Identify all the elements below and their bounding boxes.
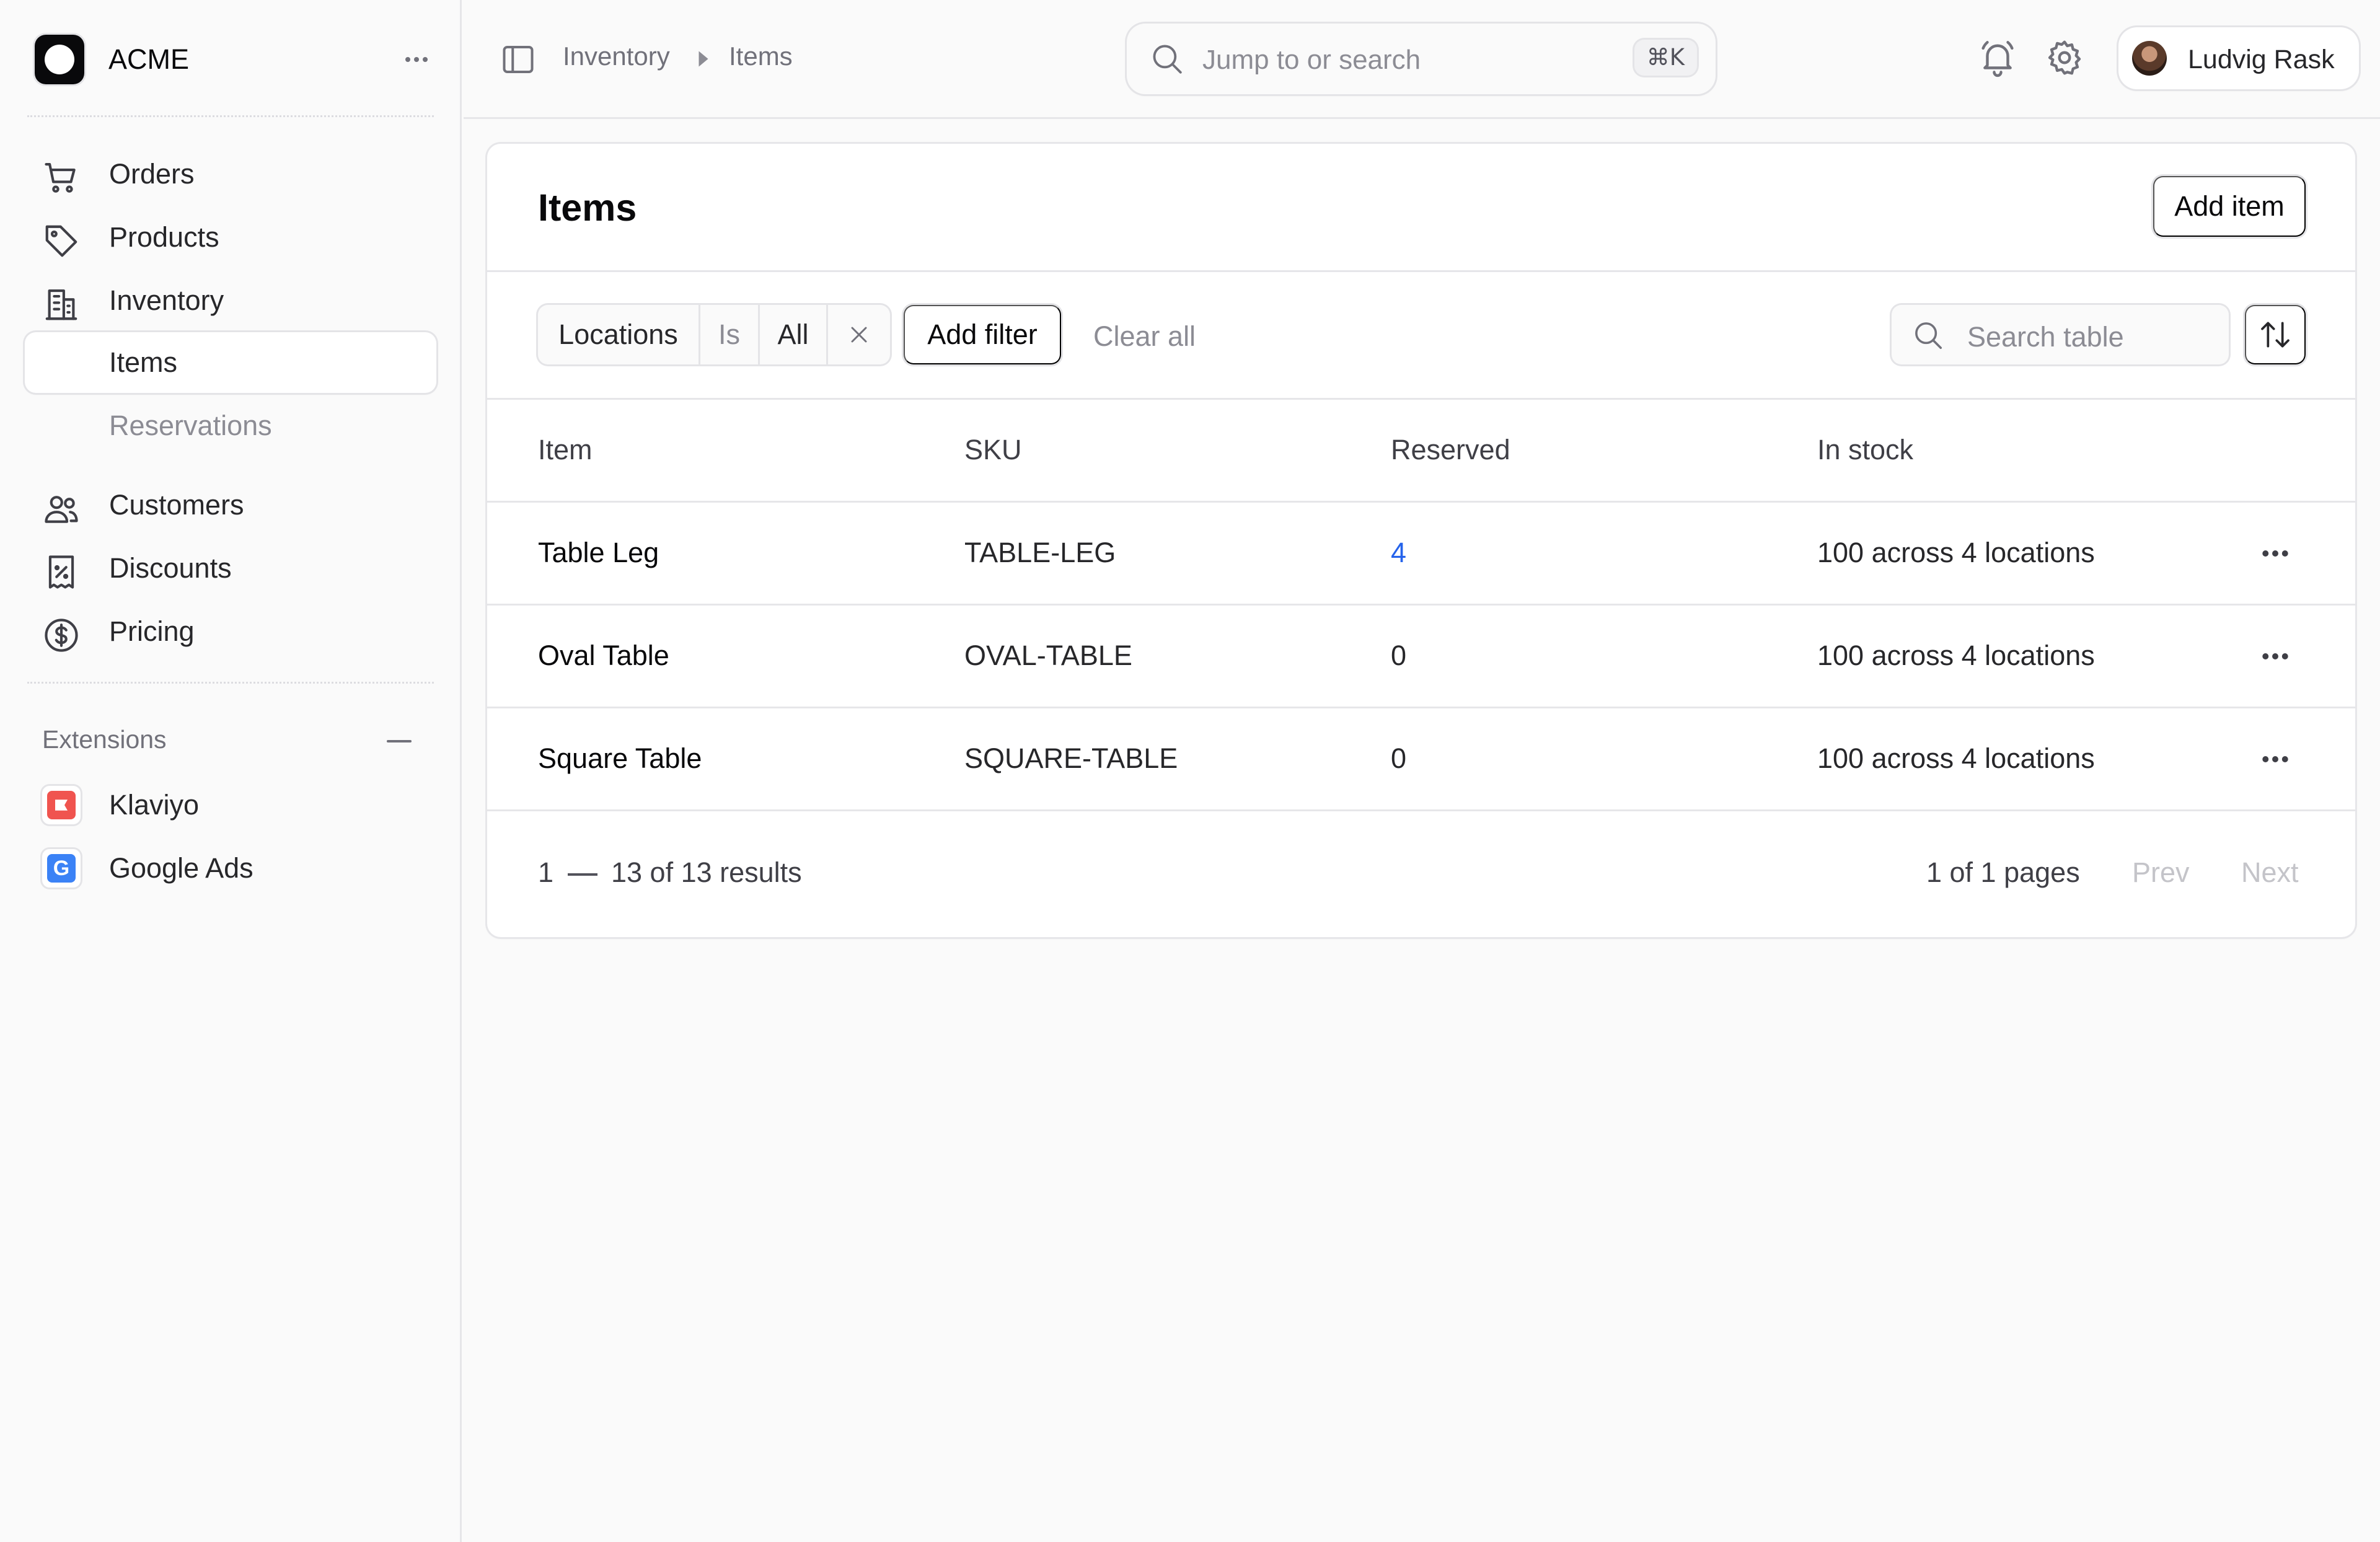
clear-all-link[interactable]: Clear all <box>1093 320 1196 353</box>
bell-icon[interactable] <box>1977 37 2018 78</box>
sidebar-item-label: Google Ads <box>109 852 253 884</box>
range-dash <box>568 873 597 876</box>
sidebar: ACME Orders Products Inventory Items Res… <box>0 0 462 1542</box>
add-filter-button[interactable]: Add filter <box>904 305 1061 364</box>
cell-item: Table Leg <box>538 537 659 568</box>
tag-icon <box>42 222 81 260</box>
card-divider <box>487 270 2355 272</box>
receipt-percent-icon <box>42 553 81 591</box>
breadcrumb-chevron-icon <box>695 50 712 68</box>
topbar: Inventory Items Jump to or search ⌘K Lud… <box>464 0 2380 119</box>
store-name: ACME <box>108 43 190 75</box>
row-actions-icon[interactable] <box>2259 537 2292 570</box>
global-search-input[interactable]: Jump to or search ⌘K <box>1127 24 1716 94</box>
column-header-reserved[interactable]: Reserved <box>1391 434 1510 466</box>
items-card: Items Add item Locations Is All Add filt… <box>487 144 2355 937</box>
cell-sku: SQUARE-TABLE <box>964 742 1178 774</box>
currency-dollar-icon <box>42 616 81 654</box>
google-ads-logo-icon: G <box>42 849 81 888</box>
row-actions-icon[interactable] <box>2259 640 2292 673</box>
gear-icon[interactable] <box>2044 37 2085 78</box>
breadcrumb-inventory[interactable]: Inventory <box>563 42 670 71</box>
pagination-pages: 1 of 1 pages <box>1926 857 2080 888</box>
cell-reserved-link[interactable]: 4 <box>1391 537 1406 569</box>
sidebar-divider <box>27 115 434 117</box>
sidebar-item-products[interactable]: Products <box>25 207 436 268</box>
user-menu-button[interactable]: Ludvig Rask <box>2118 27 2359 89</box>
sidebar-item-orders[interactable]: Orders <box>25 144 436 205</box>
user-name: Ludvig Rask <box>2188 45 2335 74</box>
sort-icon[interactable] <box>2245 305 2306 364</box>
sidebar-item-label: Pricing <box>109 615 195 647</box>
sidebar-item-pricing[interactable]: Pricing <box>25 601 436 662</box>
building-icon <box>42 285 81 324</box>
page-title: Items <box>538 187 637 229</box>
extensions-heading: Extensions <box>42 725 167 754</box>
cell-in-stock: 100 across 4 locations <box>1817 640 2095 671</box>
sidebar-item-reservations[interactable]: Reservations <box>25 395 436 456</box>
filter-chip-locations: Locations Is All <box>538 305 890 364</box>
search-icon <box>1911 319 1945 352</box>
table-search-placeholder: Search table <box>1967 321 2124 353</box>
pagination-range-end: 13 of 13 results <box>611 857 802 888</box>
cell-sku: OVAL-TABLE <box>964 640 1132 671</box>
cell-reserved: 0 <box>1391 640 1407 671</box>
filter-value[interactable]: All <box>760 305 828 364</box>
users-icon <box>42 490 81 528</box>
column-header-sku[interactable]: SKU <box>964 434 1022 466</box>
sidebar-item-label: Inventory <box>109 284 224 316</box>
filter-field[interactable]: Locations <box>538 305 700 364</box>
row-actions-icon[interactable] <box>2259 742 2292 776</box>
cell-reserved: 0 <box>1391 742 1407 774</box>
sidebar-toggle-icon[interactable] <box>500 41 537 78</box>
sidebar-item-label: Klaviyo <box>109 789 200 821</box>
search-placeholder: Jump to or search <box>1202 45 1421 75</box>
table-row[interactable]: Square Table SQUARE-TABLE 0 100 across 4… <box>487 708 2355 811</box>
search-shortcut-badge: ⌘K <box>1634 40 1697 76</box>
cell-in-stock: 100 across 4 locations <box>1817 742 2095 774</box>
sidebar-item-discounts[interactable]: Discounts <box>25 538 436 599</box>
sidebar-item-label: Reservations <box>109 410 272 441</box>
collapse-icon[interactable] <box>387 740 412 742</box>
sidebar-item-label: Products <box>109 221 219 253</box>
column-header-item[interactable]: Item <box>538 434 593 466</box>
sidebar-item-klaviyo[interactable]: Klaviyo <box>25 775 436 835</box>
cell-item: Oval Table <box>538 640 669 671</box>
breadcrumb-items[interactable]: Items <box>729 42 793 71</box>
filter-operator[interactable]: Is <box>700 305 760 364</box>
sidebar-divider <box>27 682 434 684</box>
row-divider <box>487 809 2355 811</box>
sidebar-item-customers[interactable]: Customers <box>25 475 436 535</box>
next-page-button[interactable]: Next <box>2241 857 2299 889</box>
cell-sku: TABLE-LEG <box>964 537 1116 568</box>
sidebar-item-inventory[interactable]: Inventory <box>25 270 436 331</box>
sidebar-item-label: Orders <box>109 158 195 190</box>
store-logo <box>35 35 84 84</box>
store-switcher[interactable]: ACME <box>35 35 431 84</box>
remove-filter-icon[interactable] <box>828 305 890 364</box>
more-horizontal-icon[interactable] <box>402 45 431 74</box>
shopping-cart-icon <box>42 159 81 197</box>
table-search-input[interactable]: Search table <box>1892 305 2229 364</box>
sidebar-item-google-ads[interactable]: G Google Ads <box>25 838 436 899</box>
cell-in-stock: 100 across 4 locations <box>1817 537 2095 568</box>
pagination-range-start: 1 <box>538 857 554 888</box>
table-row[interactable]: Table Leg TABLE-LEG 4 100 across 4 locat… <box>487 502 2355 605</box>
table-divider <box>487 398 2355 400</box>
klaviyo-logo-icon <box>42 786 81 824</box>
search-icon <box>1149 41 1185 77</box>
sidebar-item-label: Discounts <box>109 552 232 584</box>
prev-page-button[interactable]: Prev <box>2132 857 2190 889</box>
column-header-in-stock[interactable]: In stock <box>1817 434 1913 466</box>
sidebar-item-items[interactable]: Items <box>25 332 436 393</box>
table-row[interactable]: Oval Table OVAL-TABLE 0 100 across 4 loc… <box>487 605 2355 708</box>
sidebar-item-label: Items <box>109 346 178 378</box>
sidebar-item-label: Customers <box>109 489 244 521</box>
add-item-button[interactable]: Add item <box>2153 176 2306 237</box>
cell-item: Square Table <box>538 742 702 774</box>
avatar <box>2132 41 2167 76</box>
